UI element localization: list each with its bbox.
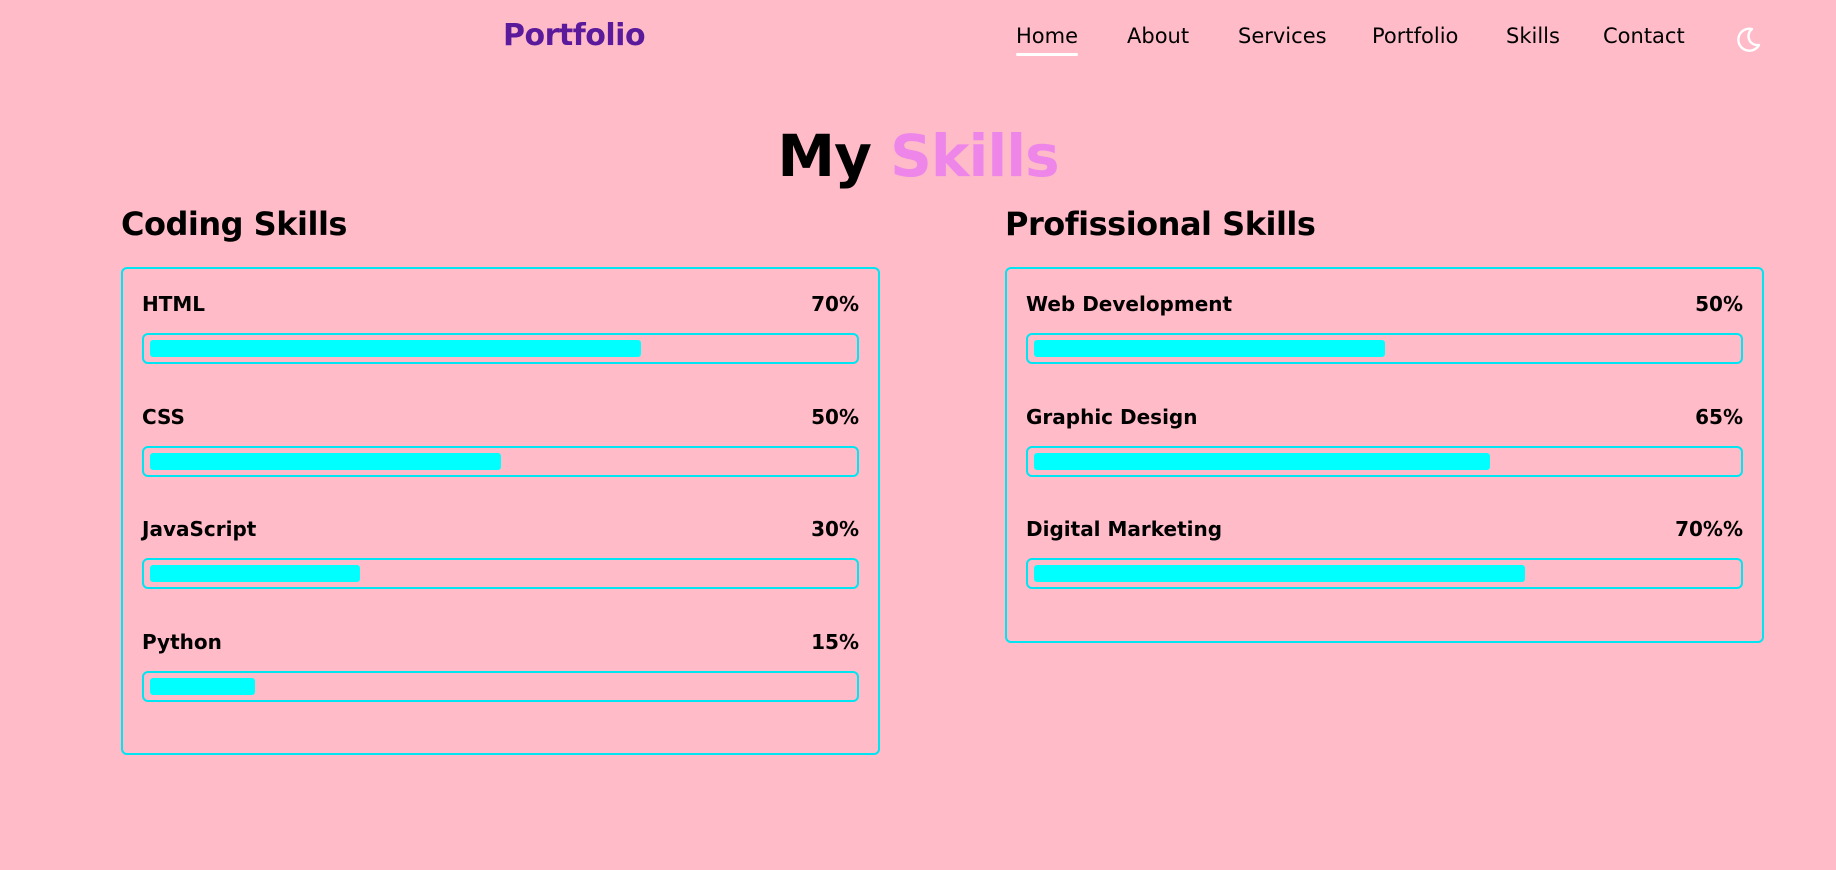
progress-bar (142, 558, 859, 589)
nav-portfolio[interactable]: Portfolio (1372, 24, 1458, 48)
coding-skills-box: HTML 70% CSS 50% JavaScript 30% Python 1… (121, 267, 880, 755)
skill-name: Graphic Design (1026, 404, 1198, 429)
coding-skills-title: Coding Skills (121, 205, 347, 243)
skill-percent: 50% (811, 404, 859, 429)
progress-fill (150, 565, 361, 582)
professional-skills-box: Web Development 50% Graphic Design 65% D… (1005, 267, 1764, 643)
progress-fill (150, 340, 641, 357)
skill-percent: 70% (811, 292, 859, 316)
progress-bar (142, 445, 859, 477)
skill-percent: 15% (811, 629, 859, 654)
progress-bar (1026, 333, 1743, 364)
skill-item: HTML 70% (142, 289, 859, 402)
skill-percent: 50% (1695, 292, 1743, 316)
nav-services[interactable]: Services (1238, 24, 1327, 48)
professional-skills-title: Profissional Skills (1005, 205, 1316, 243)
progress-fill (1034, 452, 1490, 470)
skill-percent: 70%% (1675, 517, 1743, 541)
skill-name: HTML (142, 292, 206, 316)
skill-percent: 30% (811, 517, 859, 541)
section-title-main: My (777, 122, 872, 190)
progress-fill (150, 677, 256, 695)
progress-fill (1034, 565, 1525, 582)
progress-fill (1034, 340, 1385, 357)
skill-name: Web Development (1026, 292, 1233, 316)
nav-contact[interactable]: Contact (1603, 24, 1685, 48)
skill-percent: 65% (1695, 404, 1743, 429)
coding-skills-column: Coding Skills HTML 70% CSS 50% JavaScrip… (121, 202, 880, 755)
skill-name: Python (142, 629, 222, 654)
progress-fill (150, 452, 501, 470)
nav-skills[interactable]: Skills (1506, 24, 1560, 48)
skill-item: Graphic Design 65% (1026, 402, 1743, 515)
professional-skills-column: Profissional Skills Web Development 50% … (1005, 202, 1764, 643)
skill-item: JavaScript 30% (142, 514, 859, 627)
progress-bar (1026, 558, 1743, 589)
progress-bar (1026, 445, 1743, 477)
progress-bar (142, 333, 859, 364)
moon-icon[interactable] (1733, 25, 1763, 55)
skill-item: Web Development 50% (1026, 289, 1743, 402)
skill-name: CSS (142, 404, 185, 429)
main-nav: Home About Services Portfolio Skills Con… (0, 24, 1836, 64)
section-title-accent: Skills (890, 122, 1060, 190)
skill-item: Digital Marketing 70%% (1026, 514, 1743, 627)
site-header: Portfolio Home About Services Portfolio … (0, 0, 1836, 78)
skill-item: CSS 50% (142, 402, 859, 515)
progress-bar (142, 670, 859, 702)
skill-name: JavaScript (142, 517, 257, 541)
skill-name: Digital Marketing (1026, 517, 1223, 541)
nav-about[interactable]: About (1127, 24, 1189, 48)
section-title: My Skills (0, 122, 1836, 190)
nav-home[interactable]: Home (1016, 24, 1079, 56)
skill-item: Python 15% (142, 627, 859, 740)
